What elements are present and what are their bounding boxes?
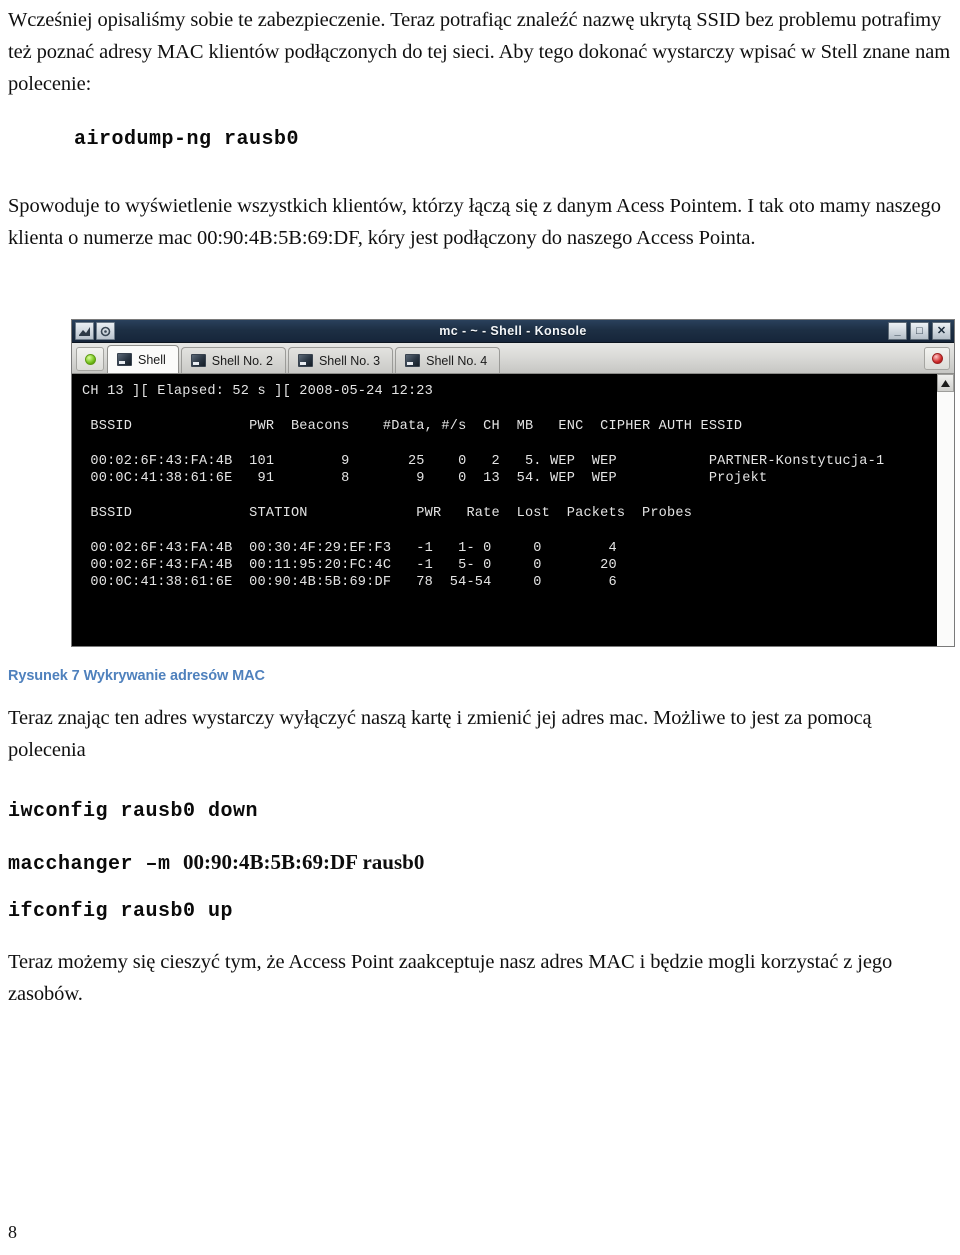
command-airodump-ng: airodump-ng rausb0 bbox=[74, 128, 300, 151]
terminal-icon bbox=[297, 354, 313, 367]
command-block-macchanger: macchanger –m 00:90:4B:5B:69:DF rausb0 bbox=[8, 850, 952, 876]
terminal-spacer bbox=[82, 435, 936, 452]
paragraph-client-found: Spowoduje to wyświetlenie wszystkich kli… bbox=[8, 190, 952, 254]
tabbar-right-controls bbox=[924, 347, 950, 370]
command-macchanger-prefix: macchanger –m bbox=[8, 853, 184, 876]
minimize-button[interactable]: _ bbox=[888, 322, 907, 340]
terminal-icon bbox=[117, 353, 132, 366]
terminal-icon bbox=[190, 354, 206, 367]
konsole-window[interactable]: mc - ~ - Shell - Konsole _ □ ✕ Shell She… bbox=[72, 320, 954, 646]
paragraph-change-mac-text: Teraz znając ten adres wystarczy wyłączy… bbox=[8, 707, 872, 761]
station-table-row: 00:0C:41:38:61:6E 00:90:4B:5B:69:DF 78 5… bbox=[82, 575, 617, 591]
ap-table-row: 00:02:6F:43:FA:4B 101 9 25 0 2 5. WEP WE… bbox=[82, 453, 885, 469]
maximize-button[interactable]: □ bbox=[910, 322, 929, 340]
new-tab-button[interactable] bbox=[76, 347, 104, 371]
figure-caption: Rysunek 7 Wykrywanie adresów MAC bbox=[8, 668, 265, 684]
close-tab-icon bbox=[931, 353, 943, 364]
document-page: Wcześniej opisaliśmy sobie te zabezpiecz… bbox=[0, 0, 960, 1255]
command-macchanger-mac: 00:90:4B:5B:69:DF rausb0 bbox=[183, 850, 425, 874]
close-button[interactable]: ✕ bbox=[932, 322, 951, 340]
command-macchanger-line: macchanger –m 00:90:4B:5B:69:DF rausb0 bbox=[8, 850, 952, 876]
terminal-spacer bbox=[82, 487, 936, 504]
command-ifconfig-up: ifconfig rausb0 up bbox=[8, 900, 234, 923]
station-table-header: BSSID STATION PWR Rate Lost Packets Prob… bbox=[82, 505, 693, 521]
tab-shell-no-2-label: Shell No. 2 bbox=[211, 353, 273, 368]
paragraph-intro-text: Wcześniej opisaliśmy sobie te zabezpiecz… bbox=[8, 9, 951, 95]
window-menu-icon[interactable] bbox=[75, 322, 94, 340]
paragraph-intro: Wcześniej opisaliśmy sobie te zabezpiecz… bbox=[8, 4, 952, 100]
window-controls: _ □ ✕ bbox=[888, 322, 951, 340]
close-tab-button[interactable] bbox=[924, 347, 950, 370]
paragraph-client-found-text: Spowoduje to wyświetlenie wszystkich kli… bbox=[8, 195, 941, 249]
command-block-iwconfig: iwconfig rausb0 down bbox=[8, 800, 952, 823]
scroll-up-arrow-icon bbox=[941, 379, 950, 387]
ap-table-row: 00:0C:41:38:61:6E 91 8 9 0 13 54. WEP WE… bbox=[82, 471, 768, 486]
terminal-scrollbar[interactable] bbox=[936, 374, 954, 646]
page-number: 8 bbox=[8, 1222, 17, 1242]
scrollbar-track[interactable] bbox=[937, 392, 954, 646]
scroll-up-button[interactable] bbox=[937, 374, 954, 392]
new-tab-icon bbox=[84, 353, 96, 365]
tab-shell-no-3-label: Shell No. 3 bbox=[318, 353, 381, 368]
station-table-row: 00:02:6F:43:FA:4B 00:11:95:20:FC:4C -1 5… bbox=[82, 558, 617, 573]
terminal-status-line: CH 13 ][ Elapsed: 52 s ][ 2008-05-24 12:… bbox=[82, 384, 434, 399]
paragraph-conclusion-text: Teraz możemy się cieszyć tym, że Access … bbox=[8, 951, 893, 1005]
paragraph-conclusion: Teraz możemy się cieszyć tym, że Access … bbox=[8, 946, 952, 1010]
terminal-icon bbox=[405, 354, 421, 367]
titlebar-left-icons bbox=[72, 322, 115, 340]
paragraph-change-mac: Teraz znając ten adres wystarczy wyłączy… bbox=[8, 702, 952, 766]
konsole-titlebar[interactable]: mc - ~ - Shell - Konsole _ □ ✕ bbox=[72, 320, 954, 343]
konsole-tabbar: Shell Shell No. 2 Shell No. 3 Shell No. … bbox=[72, 343, 954, 374]
window-pin-icon[interactable] bbox=[96, 322, 115, 340]
tab-shell-no-4-label: Shell No. 4 bbox=[426, 353, 488, 368]
terminal-spacer bbox=[82, 400, 936, 417]
konsole-title-text: mc - ~ - Shell - Konsole bbox=[439, 324, 587, 338]
command-block-airodump: airodump-ng rausb0 bbox=[8, 128, 952, 151]
tab-shell-no-2[interactable]: Shell No. 2 bbox=[180, 347, 286, 373]
terminal-area[interactable]: CH 13 ][ Elapsed: 52 s ][ 2008-05-24 12:… bbox=[72, 374, 954, 646]
tab-shell[interactable]: Shell bbox=[107, 345, 179, 373]
command-block-ifconfig: ifconfig rausb0 up bbox=[8, 900, 952, 923]
tab-shell-no-4[interactable]: Shell No. 4 bbox=[395, 347, 501, 373]
tab-shell-no-3[interactable]: Shell No. 3 bbox=[287, 347, 394, 373]
terminal-spacer bbox=[82, 522, 936, 539]
station-table-row: 00:02:6F:43:FA:4B 00:30:4F:29:EF:F3 -1 1… bbox=[82, 540, 617, 556]
terminal-output: CH 13 ][ Elapsed: 52 s ][ 2008-05-24 12:… bbox=[72, 374, 936, 646]
ap-table-header: BSSID PWR Beacons #Data, #/s CH MB ENC C… bbox=[82, 418, 743, 434]
tab-shell-label: Shell bbox=[138, 352, 166, 367]
command-iwconfig-down: iwconfig rausb0 down bbox=[8, 800, 259, 823]
